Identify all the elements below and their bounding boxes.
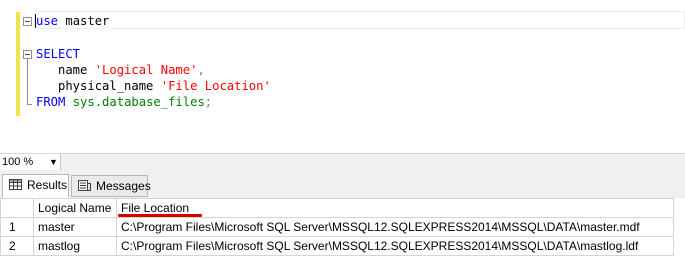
grid-icon (9, 179, 22, 190)
tab-label: Messages (96, 179, 151, 193)
grid-cell[interactable]: master (33, 217, 117, 237)
collapse-icon[interactable] (23, 50, 32, 59)
row-number[interactable]: 2 (0, 236, 34, 256)
code-token: ; (204, 95, 213, 109)
code-line[interactable]: use master (36, 13, 109, 29)
grid-cell[interactable]: C:\Program Files\Microsoft SQL Server\MS… (116, 236, 674, 256)
tab-label: Results (27, 178, 68, 192)
zoom-value: 100 % (2, 156, 34, 168)
code-token: 'File Location' (160, 79, 271, 93)
grid-header-row: Logical Name File Location (0, 198, 674, 218)
current-line-highlight (34, 11, 685, 29)
code-token: use (36, 14, 59, 28)
code-token: FROM (36, 95, 66, 109)
code-token: SELECT (36, 47, 81, 61)
code-token: 'Logical Name' (94, 63, 198, 77)
tab-messages[interactable]: Messages (71, 175, 151, 197)
dropdown-arrow-icon[interactable]: ▼ (49, 154, 58, 170)
code-token: name (36, 63, 95, 77)
table-row: 2 mastlog C:\Program Files\Microsoft SQL… (0, 236, 674, 256)
code-token: physical_name (36, 79, 161, 93)
code-token: master (58, 14, 110, 28)
change-tracking-bar (16, 12, 20, 116)
results-grid: Logical Name File Location 1 master C:\P… (0, 198, 674, 256)
grid-cell[interactable]: C:\Program Files\Microsoft SQL Server\MS… (116, 217, 674, 237)
collapse-icon[interactable] (23, 17, 32, 26)
results-tab-strip: Results Messages (0, 170, 685, 198)
grid-cell[interactable]: mastlog (33, 236, 117, 256)
messages-icon (78, 180, 91, 191)
code-line[interactable]: name 'Logical Name', (36, 62, 205, 78)
column-header-logical-name[interactable]: Logical Name (33, 198, 117, 218)
code-line[interactable]: SELECT (36, 46, 80, 62)
results-grid-area: Logical Name File Location 1 master C:\P… (0, 198, 685, 276)
zoom-dropdown[interactable]: 100 % ▼ (0, 154, 61, 170)
fold-guide (27, 59, 28, 104)
fold-guide-end (27, 104, 32, 105)
code-token: sys.database_files (72, 95, 205, 109)
row-number[interactable]: 1 (0, 217, 34, 237)
zoom-bar: 100 % ▼ (0, 153, 685, 170)
table-row: 1 master C:\Program Files\Microsoft SQL … (0, 217, 674, 237)
annotation-underline (118, 214, 202, 217)
query-editor[interactable]: use master SELECT name 'Logical Name', p… (0, 0, 685, 153)
code-line[interactable]: physical_name 'File Location' (36, 78, 271, 94)
code-line[interactable]: FROM sys.database_files; (36, 94, 212, 110)
code-token: , (197, 63, 205, 77)
row-number-header[interactable] (0, 198, 34, 218)
tab-results[interactable]: Results (2, 174, 69, 198)
